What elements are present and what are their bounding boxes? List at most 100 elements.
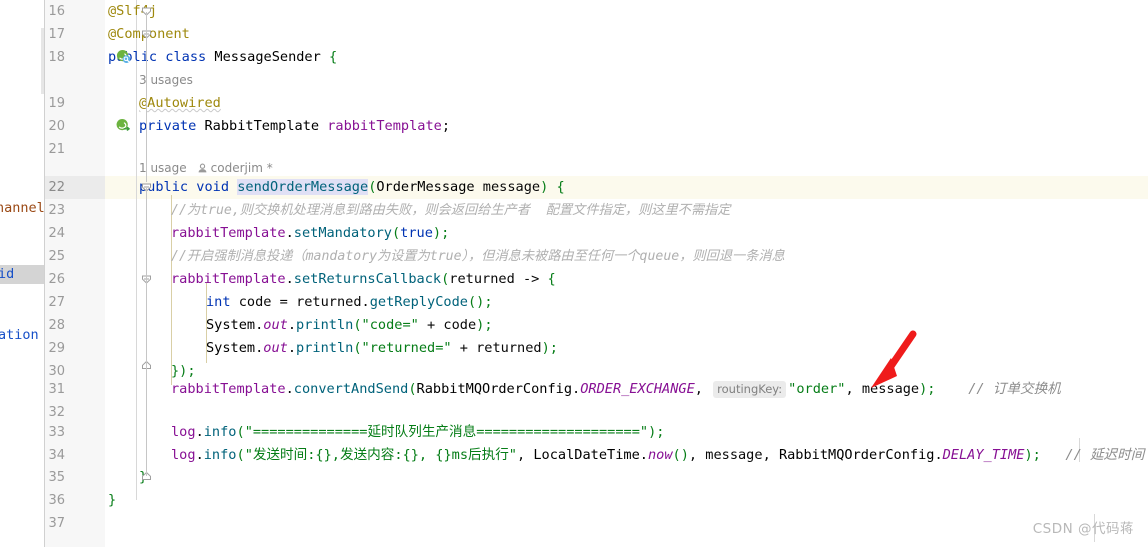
param-name-message: message [482,179,541,195]
fold-rail-class [146,12,147,182]
class-name-messagesender: MessageSender [214,49,321,65]
spring-bean-autowired-icon[interactable] [116,118,131,133]
kw-class: class [165,49,207,65]
tail-24: ); [432,225,450,241]
editor-gutter[interactable]: 16 17 18 19 20 21 22 23 24 25 26 27 28 2… [45,0,151,547]
paren-close-22: ) [540,179,549,195]
code-line-20[interactable]: private RabbitTemplate rabbitTemplate; [139,115,450,138]
code-editor-window: hannel):v id ation 16 17 18 19 20 21 22 … [0,0,1148,547]
method-convertandsend: convertAndSend [293,381,409,397]
class-rabbitmqorderconfig-31: RabbitMQOrderConfig [416,381,573,397]
param-type-ordermessage: OrderMessage [376,179,475,195]
tail-33: ); [648,424,665,440]
arg-code-28: code [443,317,477,333]
paren-open-28: ( [353,317,362,333]
param-hint-routingkey[interactable]: routingKey: [713,381,787,398]
field-rabbittemplate: rabbitTemplate [327,118,442,134]
spring-bean-class-icon[interactable] [116,49,131,64]
string-returned-label: "returned=" [361,340,452,356]
string-code-label: "code=" [361,317,419,333]
dot-24: . [285,225,294,241]
code-line-23[interactable]: //为true,则交换机处理消息到路由失败，则会返回给生产者 配置文件指定，则这… [171,199,730,222]
var-code: code [238,294,272,310]
plus-28: + [418,317,444,333]
method-setmandatory: setMandatory [293,225,392,241]
adjacent-editor-strip: hannel):v id ation [0,0,45,547]
code-line-25[interactable]: //开启强制消息投递（mandatory为设置为true），但消息未被路由至任何… [171,245,785,268]
receiver-rabbittemplate-24: rabbitTemplate [171,225,286,241]
class-localdatetime: LocalDateTime [533,447,640,463]
brace-close-36: } [108,492,117,508]
method-println-28: println [296,317,354,333]
comma1-31: , [694,381,712,397]
code-line-18[interactable]: public class MessageSender { [108,46,337,69]
comment-forced-delivery: //开启强制消息投递（mandatory为设置为true），但消息未被路由至任何… [171,249,785,264]
arg-message-34: message [705,447,763,463]
brace-open: { [329,49,338,65]
code-line-28[interactable]: System.out.println("code=" + code); [206,314,493,337]
code-line-24[interactable]: rabbitTemplate.setMandatory(true); [171,222,449,245]
code-line-26[interactable]: rabbitTemplate.setReturnsCallback(return… [171,268,556,291]
code-line-31[interactable]: rabbitTemplate.convertAndSend(RabbitMQOr… [171,378,1061,401]
paren-open-33: ( [236,424,245,440]
arg1-dot-34: . [639,447,648,463]
fold-rail-method [146,188,147,476]
tail-31: ); [919,381,936,397]
comma2-31: , [845,381,862,397]
tail-27: (); [467,294,493,310]
method-info-34: info [203,447,237,463]
paren-open-24: ( [391,225,401,241]
dot-33: . [195,424,204,440]
kw-int-27: int [206,294,231,310]
code-line-27[interactable]: int code = returned.getReplyCode(); [206,291,493,314]
kw-private: private [139,118,197,134]
code-line-19[interactable]: @Autowired [139,92,221,115]
code-line-36[interactable]: } [108,489,116,512]
code-line-33[interactable]: log.info("==============延时队列生产消息========… [171,421,664,444]
dot-34: . [195,447,204,463]
plus-29: + [451,340,477,356]
tail-28: ); [476,317,493,333]
comma2-34: , [688,447,706,463]
code-line-29[interactable]: System.out.println("returned=" + returne… [206,337,558,360]
dot-31: . [285,381,294,397]
const-delay-time: DELAY_TIME [942,447,1025,463]
inlay-usages-class[interactable]: 3 usages [139,69,193,92]
arg3-dot-34: . [934,447,943,463]
paren-open-29: ( [353,340,362,356]
dot2-29: . [287,340,297,356]
string-send-log-template: "发送时间:{},发送内容:{}, {}ms后执行" [244,447,517,463]
method-now: now [647,447,673,463]
paren-open-31: ( [408,381,417,397]
const-order-exchange: ORDER_EXCHANGE [580,381,695,397]
arg-message-31: message [861,381,920,397]
comment-order-exchange: // 订单交换机 [968,381,1061,397]
class-rabbitmqorderconfig-34: RabbitMQOrderConfig [778,447,935,463]
method-info-33: info [203,424,237,440]
comment-delay-time: // 延迟时间（单 [1065,447,1148,463]
lambda-arrow: -> [514,271,548,287]
class-system-28: System [206,317,256,333]
assign-27: = [271,294,297,310]
code-line-22[interactable]: public void sendOrderMessage(OrderMessag… [139,176,565,199]
paren-open-34: ( [236,447,245,463]
method-sendordermessage: sendOrderMessage [237,179,369,195]
code-line-34[interactable]: log.info("发送时间:{},发送内容:{}, {}ms后执行", Loc… [171,444,1148,467]
receiver-rabbittemplate-26: rabbitTemplate [171,271,286,287]
brace-open-22: { [556,179,565,195]
indent-guide-1 [136,0,137,500]
brace-open-26: { [547,271,556,287]
receiver-returned-27: returned [296,294,362,310]
left-fragment-2: ation [0,327,39,343]
panel-divider [44,0,45,547]
string-order-routingkey: "order" [788,381,846,397]
code-canvas[interactable]: @Slf4j @Component public class MessageSe… [105,0,1148,547]
string-delay-banner: "==============延时队列生产消息=================… [244,424,649,440]
lambda-param-returned: returned [449,271,515,287]
receiver-rabbittemplate-31: rabbitTemplate [171,381,286,397]
logger-log-34: log [171,447,196,463]
comma1-34: , [516,447,534,463]
logger-log-33: log [171,424,196,440]
static-field-out-28: out [263,317,288,333]
semicolon-20: ; [441,118,451,134]
